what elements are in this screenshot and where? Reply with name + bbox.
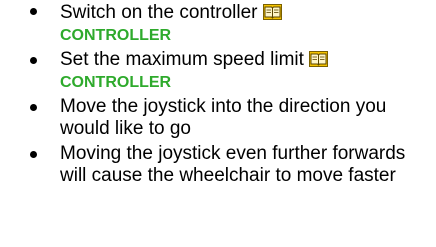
item-text: Move the joystick into the direction you…: [60, 96, 387, 139]
book-icon: [262, 4, 282, 26]
list-item: Set the maximum speed limit CONTROLLER: [0, 49, 436, 93]
bullet-icon: [30, 57, 37, 64]
reference-link[interactable]: CONTROLLER: [60, 26, 436, 46]
bullet-icon: [30, 151, 37, 158]
bullet-icon: [30, 8, 37, 15]
list-item: Switch on the controller CONTROLLER: [0, 0, 436, 46]
item-text: Switch on the controller: [60, 2, 258, 23]
book-icon: [308, 51, 328, 73]
item-text: Moving the joystick even further forward…: [60, 143, 406, 186]
bullet-icon: [30, 104, 37, 111]
list-item: Move the joystick into the direction you…: [0, 96, 436, 140]
reference-link[interactable]: CONTROLLER: [60, 73, 436, 93]
item-text: Set the maximum speed limit: [60, 49, 304, 70]
list-item: Moving the joystick even further forward…: [0, 143, 436, 187]
instruction-list: Switch on the controller CONTROLLER Set …: [0, 0, 436, 190]
